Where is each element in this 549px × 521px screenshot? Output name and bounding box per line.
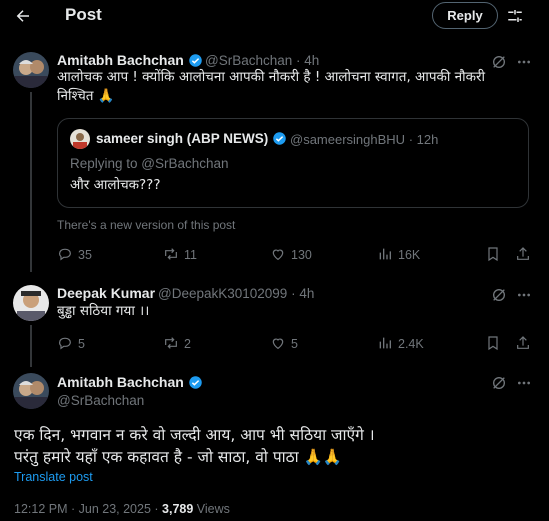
avatar[interactable]: [13, 52, 49, 88]
share-icon[interactable]: [515, 335, 531, 351]
thread-line: [30, 92, 32, 272]
like-count: 130: [291, 248, 312, 262]
like-icon[interactable]: [270, 246, 286, 262]
more-icon[interactable]: [516, 287, 532, 303]
like-icon[interactable]: [270, 335, 286, 351]
author-name[interactable]: Amitabh Bachchan: [57, 374, 203, 390]
repost-icon[interactable]: [163, 335, 179, 351]
verified-badge-icon: [273, 132, 286, 145]
avatar[interactable]: [13, 285, 49, 321]
quote-avatar: [70, 129, 90, 149]
thread-line: [30, 325, 32, 367]
repost-count: 2: [184, 337, 191, 351]
views-icon[interactable]: [377, 246, 393, 262]
more-icon[interactable]: [516, 375, 532, 391]
reply-count: 5: [78, 337, 85, 351]
quote-text: और आलोचक???: [70, 177, 161, 193]
replying-to: Replying to @SrBachchan: [70, 156, 229, 171]
verified-badge-icon: [188, 376, 202, 389]
reply-icon[interactable]: [57, 246, 73, 262]
quote-author-name: sameer singh (ABP NEWS): [96, 131, 287, 146]
author-handle[interactable]: @SrBachchan · 4h: [205, 53, 319, 68]
verified-badge-icon: [188, 54, 202, 67]
author-name[interactable]: Amitabh Bachchan: [57, 52, 203, 68]
avatar[interactable]: [13, 373, 49, 409]
post-timestamp: 12:12 PM · Jun 23, 2025 · 3,789 Views: [14, 502, 230, 516]
quoted-post[interactable]: sameer singh (ABP NEWS) @sameersinghBHU …: [57, 118, 529, 208]
bookmark-icon[interactable]: [485, 246, 501, 262]
repost-icon[interactable]: [163, 246, 179, 262]
post-text: बुड्ढा सठिया गया ।।: [57, 303, 150, 319]
views-count: 2.4K: [398, 337, 424, 351]
grok-icon[interactable]: [491, 375, 507, 391]
page-title: Post: [65, 5, 102, 24]
like-count: 5: [291, 337, 298, 351]
views-count: 16K: [398, 248, 421, 262]
back-arrow-icon[interactable]: [14, 7, 32, 25]
post-text: आलोचक आप ! क्योंकि आलोचना आपकी नौकरी है …: [57, 69, 486, 104]
author-handle[interactable]: @SrBachchan: [57, 393, 144, 408]
reply-button[interactable]: Reply: [432, 2, 498, 29]
grok-icon[interactable]: [491, 287, 507, 303]
author-name[interactable]: Deepak Kumar: [57, 285, 155, 301]
bookmark-icon[interactable]: [485, 335, 501, 351]
repost-count: 11: [184, 248, 197, 262]
translate-post-link[interactable]: Translate post: [14, 470, 93, 484]
header: Post Reply: [0, 0, 549, 32]
author-handle[interactable]: @DeepakK30102099 · 4h: [158, 286, 314, 301]
new-version-notice: There's a new version of this post: [57, 218, 236, 232]
views-icon[interactable]: [377, 335, 393, 351]
quote-author-handle: @sameersinghBHU · 12h: [290, 132, 439, 147]
reply-icon[interactable]: [57, 335, 73, 351]
filter-settings-icon[interactable]: [506, 7, 524, 25]
reply-count: 35: [78, 248, 92, 262]
post-text: एक दिन, भगवान न करे वो जल्दी आय, आप भी स…: [14, 426, 375, 466]
share-icon[interactable]: [515, 246, 531, 262]
